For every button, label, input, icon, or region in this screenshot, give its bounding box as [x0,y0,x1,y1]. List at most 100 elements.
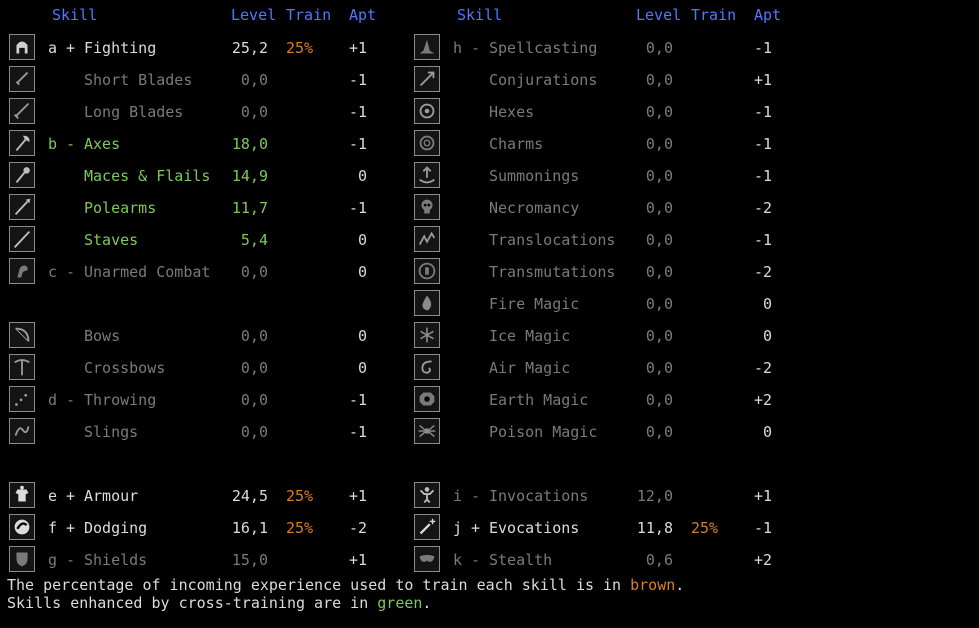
skill-name: Throwing [84,391,157,409]
skill-level: 0,0 [240,359,268,377]
skill-name: Polearms [84,199,157,217]
skill-row[interactable]: h - Spellcasting 0,0 -1 [414,32,778,64]
footer-line-1: The percentage of incoming experience us… [7,577,684,593]
skill-letter: f [48,519,58,537]
skill-row[interactable]: b - Axes 18,0 -1 [9,128,373,160]
skill-name: Short Blades [84,71,193,89]
skill-letter: a [48,39,58,57]
skill-row[interactable]: Polearms 11,7 -1 [9,192,373,224]
skill-row[interactable]: Long Blades 0,0 -1 [9,96,373,128]
skill-name: Poison Magic [489,423,598,441]
skill-train-marker: - [66,135,76,153]
skill-train-marker: - [471,39,481,57]
skill-name: Necromancy [489,199,580,217]
mask-icon [414,546,440,572]
skill-name: Ice Magic [489,327,571,345]
skill-name: Maces & Flails [84,167,211,185]
skill-level: 24,5 [231,487,268,505]
skill-row[interactable]: Crossbows 0,0 0 [9,352,373,384]
throwing-icon [9,386,35,412]
sling-icon [9,418,35,444]
skill-letter: c [48,263,58,281]
skill-row[interactable]: g - Shields 15,0 +1 [9,544,373,576]
skill-row[interactable]: Fire Magic 0,0 0 [414,288,778,320]
skill-row[interactable]: Transmutations 0,0 -2 [414,256,778,288]
skill-level: 12,0 [636,487,673,505]
skill-row[interactable]: Slings 0,0 -1 [9,416,373,448]
skill-name: Earth Magic [489,391,589,409]
skill-name: Unarmed Combat [84,263,211,281]
skill-row[interactable]: Maces & Flails 14,9 0 [9,160,373,192]
skill-name: Slings [84,423,139,441]
skill-aptitude: -1 [753,39,772,57]
translocation-icon [414,226,440,252]
skill-train-percent: 25% [286,39,314,57]
skill-row[interactable]: Conjurations 0,0 +1 [414,64,778,96]
skill-aptitude: 0 [762,295,772,313]
skill-train-marker: - [66,263,76,281]
invocation-icon [414,482,440,508]
skill-train-percent: 25% [691,519,719,537]
skill-row[interactable]: d - Throwing 0,0 -1 [9,384,373,416]
skill-name: Crossbows [84,359,166,377]
skill-row[interactable]: Short Blades 0,0 -1 [9,64,373,96]
skill-aptitude: -1 [753,167,772,185]
skill-row[interactable]: Air Magic 0,0 -2 [414,352,778,384]
skill-name: Long Blades [84,103,184,121]
skill-aptitude: 0 [357,231,367,249]
right-header-skill: Skill [457,6,503,24]
charm-icon [414,130,440,156]
skill-level: 16,1 [231,519,268,537]
skill-train-marker: + [66,487,76,505]
skill-row[interactable]: f + Dodging 16,1 25% -2 [9,512,373,544]
skill-letter: i [453,487,463,505]
skill-row[interactable]: j + Evocations 11,8 25% -1 [414,512,778,544]
skill-row[interactable]: Bows 0,0 0 [9,320,373,352]
left-header-apt: Apt [349,6,377,24]
skill-row[interactable]: Charms 0,0 -1 [414,128,778,160]
skill-letter: j [453,519,463,537]
skill-train-marker: + [471,519,481,537]
skill-row[interactable]: Earth Magic 0,0 +2 [414,384,778,416]
skill-aptitude: 0 [357,167,367,185]
skill-row[interactable]: Summonings 0,0 -1 [414,160,778,192]
skill-aptitude: -1 [753,519,772,537]
skill-level: 11,7 [231,199,268,217]
left-header-level: Level [231,6,277,24]
skill-train-percent: 25% [286,487,314,505]
skill-row[interactable]: i - Invocations 12,0 +1 [414,480,778,512]
skill-row[interactable]: Necromancy 0,0 -2 [414,192,778,224]
skill-aptitude: -1 [348,199,367,217]
skill-row[interactable]: e + Armour 24,5 25% +1 [9,480,373,512]
skill-row[interactable]: Poison Magic 0,0 0 [414,416,778,448]
skill-aptitude: -1 [753,103,772,121]
skill-name: Fire Magic [489,295,580,313]
skill-aptitude: -1 [753,231,772,249]
skill-train-marker: - [66,551,76,569]
skill-row[interactable]: c - Unarmed Combat 0,0 0 [9,256,373,288]
skill-aptitude: +1 [348,487,367,505]
sword-icon [9,98,35,124]
staff-icon [9,226,35,252]
earth-icon [414,386,440,412]
skill-row[interactable]: a + Fighting 25,2 25% +1 [9,32,373,64]
skill-level: 0,0 [240,71,268,89]
skill-row[interactable]: Translocations 0,0 -1 [414,224,778,256]
footer-line-2: Skills enhanced by cross-training are in… [7,595,431,611]
transmutation-icon [414,258,440,284]
skill-letter: b [48,135,58,153]
skill-aptitude: +1 [753,487,772,505]
skill-level: 0,0 [645,39,673,57]
skill-row[interactable]: Hexes 0,0 -1 [414,96,778,128]
skill-name: Translocations [489,231,616,249]
skill-row[interactable]: k - Stealth 0,6 +2 [414,544,778,576]
right-header-train: Train [691,6,737,24]
skill-row[interactable]: Ice Magic 0,0 0 [414,320,778,352]
skill-level: 25,2 [231,39,268,57]
skill-letter: k [453,551,463,569]
skill-train-marker: - [471,487,481,505]
skill-level: 0,6 [645,551,673,569]
hex-eye-icon [414,98,440,124]
skill-name: Charms [489,135,544,153]
skill-row[interactable]: Staves 5,4 0 [9,224,373,256]
